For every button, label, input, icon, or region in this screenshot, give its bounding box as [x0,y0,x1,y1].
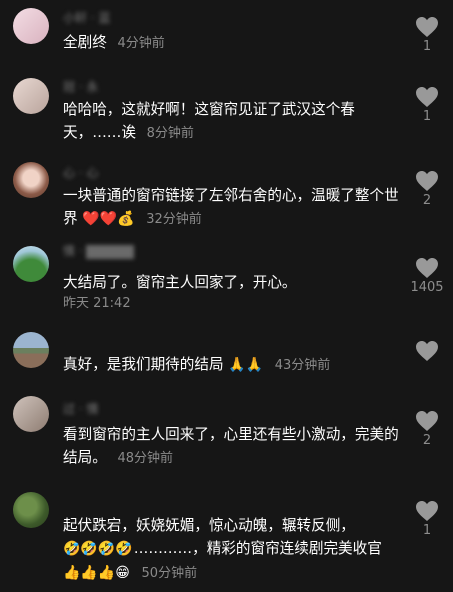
comment-time: 32分钟前 [146,212,202,227]
like-button[interactable]: 1405 [405,257,449,295]
heart-icon [416,258,438,278]
heart-icon [416,17,438,37]
comment-item: 小轩 · 蓝 全剧终 4分钟前 1 [0,0,453,62]
comment-body-continued: …………，精彩的窗帘连续剧完美收官 [133,540,382,557]
comment-item: 过 · 情 看到窗帘的主人回来了，心里还有些小激动，完美的结局。 48分钟前 2 [0,390,453,484]
comment-body: 起伏跌宕，妖娆妩媚，惊心动魄，辗转反侧， [63,517,355,534]
heart-icon [416,501,438,521]
comment-emojis: 🙏🙏 [228,357,264,373]
comment-text: 一块普通的窗帘链接了左邻右舍的心，温暖了整个世界 ❤️❤️💰 32分钟前 [63,184,403,231]
like-count: 2 [422,193,432,208]
commenter-name[interactable]: 情 · [63,242,135,259]
comment-text: 大结局了。窗帘主人回家了，开心。 昨天 21:42 [63,271,403,314]
heart-icon [416,171,438,191]
like-button[interactable]: 2 [405,170,449,208]
like-count: 2 [422,433,432,448]
comment-time: 昨天 21:42 [63,296,131,311]
avatar[interactable] [13,332,49,368]
comment-emojis: ❤️❤️💰 [82,211,135,227]
comment-text: 哈哈哈，这就好啊！这窗帘见证了武汉这个春天，……诶 8分钟前 [63,98,403,145]
comment-item: 真好，是我们期待的结局 🙏🙏 43分钟前 [0,322,453,386]
like-button[interactable]: 2 [405,410,449,448]
avatar[interactable] [13,162,49,198]
comment-text: 全剧终 4分钟前 [63,31,403,55]
comment-time: 48分钟前 [117,451,173,466]
comment-time: 43分钟前 [274,358,331,373]
comment-body: 真好，是我们期待的结局 [63,356,224,373]
like-button[interactable]: 1 [405,16,449,54]
comment-body: 大结局了。窗帘主人回家了，开心。 [63,274,297,291]
heart-icon [416,87,438,107]
heart-icon [416,411,438,431]
comment-body: 全剧终 [63,34,107,51]
avatar[interactable] [13,492,49,528]
comment-item: 心 · 心 一块普通的窗帘链接了左邻右舍的心，温暖了整个世界 ❤️❤️💰 32分… [0,158,453,240]
comment-text: 真好，是我们期待的结局 🙏🙏 43分钟前 [63,353,403,377]
like-count: 1 [422,109,432,124]
comment-body: 哈哈哈，这就好啊！这窗帘见证了武汉这个春天，……诶 [63,101,355,141]
comment-time: 50分钟前 [141,566,198,581]
comment-item: 情 · 大结局了。窗帘主人回家了，开心。 昨天 21:42 1405 [0,240,453,322]
comment-time: 8分钟前 [146,126,194,141]
comment-emojis: 👍👍👍😁 [63,565,130,581]
comment-emojis: 🤣🤣🤣🤣 [63,541,133,557]
like-button[interactable] [405,340,449,362]
comment-text: 看到窗帘的主人回来了，心里还有些小激动，完美的结局。 48分钟前 [63,423,403,470]
comment-text: 起伏跌宕，妖娆妩媚，惊心动魄，辗转反侧， 🤣🤣🤣🤣…………，精彩的窗帘连续剧完美… [63,514,403,585]
like-count: 1 [422,39,432,54]
comment-time: 4分钟前 [117,36,165,51]
commenter-name[interactable]: 心 · 心 [63,164,98,181]
comment-item: 起伏跌宕，妖娆妩媚，惊心动魄，辗转反侧， 🤣🤣🤣🤣…………，精彩的窗帘连续剧完美… [0,486,453,592]
like-button[interactable]: 1 [405,500,449,538]
like-count: 1405 [410,280,444,295]
name-blur-block [86,244,135,259]
like-button[interactable]: 1 [405,86,449,124]
avatar[interactable] [13,246,49,282]
comment-item: 冠 · 永 哈哈哈，这就好啊！这窗帘见证了武汉这个春天，……诶 8分钟前 1 [0,70,453,160]
avatar[interactable] [13,8,49,44]
avatar[interactable] [13,396,49,432]
commenter-name[interactable]: 小轩 · 蓝 [63,9,110,26]
commenter-name[interactable]: 过 · 情 [63,400,98,417]
like-count: 1 [422,523,432,538]
comment-body: 看到窗帘的主人回来了，心里还有些小激动，完美的结局。 [63,426,399,466]
avatar[interactable] [13,78,49,114]
heart-icon [416,341,438,361]
commenter-name[interactable]: 冠 · 永 [63,78,98,95]
